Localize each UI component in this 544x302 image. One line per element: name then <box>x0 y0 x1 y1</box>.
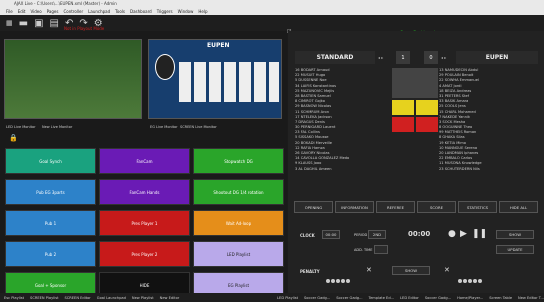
status-tab[interactable]: SCREEN Playlist <box>30 296 58 300</box>
caption-eg: EG Live Monitor <box>150 125 178 129</box>
status-tab[interactable]: LED Editor <box>400 296 419 300</box>
clock-show-button[interactable]: SHOW <box>496 230 534 239</box>
yellow-card-icons[interactable] <box>392 100 438 115</box>
addtime-field[interactable] <box>374 245 388 254</box>
status-tab[interactable]: Soccer Gadg... <box>304 296 330 300</box>
clock-update-button[interactable]: UPDATE <box>496 245 534 254</box>
trigger-button-pres-player-2[interactable]: Pres Player 2 <box>99 241 190 267</box>
status-tab[interactable]: Home/Player... <box>457 296 483 300</box>
menu-item-pages[interactable]: Pages <box>47 8 59 15</box>
trigger-button-fancam-hands[interactable]: FanCam Hands <box>99 179 190 205</box>
home-team-name: STANDARD <box>295 51 375 64</box>
video-monitor-right: EUPEN <box>148 39 282 119</box>
trigger-button-goal-synch[interactable]: Goal Synch <box>5 148 96 174</box>
trigger-button-led-playlist[interactable]: LED Playlist <box>193 241 284 267</box>
away-score-arrows[interactable]: ◂ ▸ <box>441 55 446 60</box>
camera-icons[interactable] <box>392 68 438 98</box>
trigger-button-shootout-dg-1-4-rotation[interactable]: Shootout DG 1/4 rotation <box>193 179 284 205</box>
status-tab[interactable]: SCREEN Editor <box>64 296 90 300</box>
player-photos <box>179 62 279 102</box>
penalty-show-button[interactable]: SHOW <box>392 266 430 275</box>
trigger-button-pub-1[interactable]: Pub 1 <box>5 210 96 236</box>
status-tab[interactable]: New Editor <box>160 296 180 300</box>
close-icon[interactable]: ✕ <box>444 266 450 274</box>
menu-item-edit[interactable]: Edit <box>18 8 26 15</box>
nav-button-hide-all[interactable]: HIDE ALL <box>499 201 538 213</box>
card-icons[interactable] <box>392 68 438 132</box>
menu-item-file[interactable]: File <box>6 8 13 15</box>
home-penalty-dots[interactable] <box>326 268 351 287</box>
left-pane: LED Live Monitor New Live Monitor EUPEN … <box>0 31 287 298</box>
pause-icon[interactable]: ❚❚ <box>472 229 487 239</box>
record-icon[interactable]: ● <box>448 229 456 239</box>
away-team-name: EUPEN <box>456 51 538 64</box>
addtime-label: ADD. TIME <box>354 248 373 252</box>
status-tab[interactable]: Screen Table <box>489 296 512 300</box>
menu-bar: File Edit Video Pages Controller Launchpad Too… <box>0 8 544 15</box>
trigger-button-pres-player-1[interactable]: Pres Player 1 <box>99 210 190 236</box>
home-score[interactable]: 1 <box>396 51 410 64</box>
clock-label: CLOCK <box>300 233 315 238</box>
status-tab[interactable]: Soccer Gadg... <box>425 296 451 300</box>
lock-icon[interactable]: 🔒 <box>9 134 18 142</box>
menu-item-tools[interactable]: Tools <box>115 8 125 15</box>
open-icon[interactable]: ▤ <box>50 18 59 29</box>
status-tab[interactable]: New Playlist <box>132 296 154 300</box>
period-field[interactable]: 2ND <box>368 230 386 239</box>
home-score-arrows[interactable]: ◂ ▸ <box>378 55 383 60</box>
caption-led: LED Live Monitor <box>6 125 36 129</box>
nav-button-statistics[interactable]: STATISTICS <box>458 201 497 213</box>
window-title: AJAX Live - C:\Users\...\EUPEN.xml (Mast… <box>0 0 544 8</box>
status-tab[interactable]: Soccer Gadg... <box>336 296 362 300</box>
home-roster: 16 BODART Arnaud 22 MUSUIT Hugo 5 DUSSENNE… <box>295 68 390 172</box>
status-tab[interactable]: LED Playlist <box>277 296 298 300</box>
status-tab[interactable]: Esc Playlist <box>4 296 24 300</box>
trigger-button-fancam[interactable]: FanCam <box>99 148 190 174</box>
roster-item[interactable]: 3 AL DAGHIL Ameen <box>295 167 390 172</box>
new-icon[interactable]: ▬ <box>19 18 28 29</box>
caption-new: New Live Monitor <box>42 125 73 129</box>
menu-item-dashboard[interactable]: Dashboard <box>130 8 152 15</box>
app-icon: ▦ <box>6 19 13 27</box>
nav-button-score[interactable]: SCORE <box>417 201 456 213</box>
nav-button-information[interactable]: INFORMATION <box>335 201 374 213</box>
status-tab[interactable]: Goal Launchpad <box>97 296 126 300</box>
trigger-button-pub-eg-3parts[interactable]: Pub EG 3parts <box>5 179 96 205</box>
menu-item-help[interactable]: Help <box>198 8 207 15</box>
scoreboard-panel: STANDARD ◂ ▸ 1 0 ◂ ▸ EUPEN 16 BODART Arn… <box>288 31 544 293</box>
video-monitor-left <box>4 39 142 119</box>
menu-item-triggers[interactable]: Triggers <box>157 8 173 15</box>
away-penalty-dots[interactable] <box>458 268 483 287</box>
red-card-icons[interactable] <box>392 117 438 132</box>
nav-button-opening[interactable]: OPENING <box>294 201 333 213</box>
nav-buttons: OPENING INFORMATION REFEREE SCORE STATISTICS… <box>294 201 538 213</box>
team-title: EUPEN <box>207 42 230 49</box>
status-tab[interactable]: Template Ed... <box>369 296 395 300</box>
roster-item[interactable]: 23 SCHUTERDERN Nils <box>439 167 537 172</box>
clock-field[interactable]: 00:00 <box>322 230 340 239</box>
penalty-label: PENALTY <box>300 269 320 274</box>
status-bar: Esc Playlist SCREEN Playlist SCREEN Editor… <box>0 293 544 302</box>
trigger-button-pub-2[interactable]: Pub 2 <box>5 241 96 267</box>
away-roster: 13 NAMUDECIN Abdul 29 POULAIN Benoit 22 SO… <box>439 68 537 172</box>
menu-item-window[interactable]: Window <box>178 8 194 15</box>
caption-screen: SCREEN Live Monitor <box>180 125 217 129</box>
club-logo <box>155 54 175 80</box>
away-score[interactable]: 0 <box>424 51 438 64</box>
menu-item-video[interactable]: Video <box>30 8 41 15</box>
elapsed-time: 00:00 <box>408 230 431 238</box>
play-icon[interactable]: ▶ <box>460 229 467 239</box>
trigger-button-stopwatch-dg[interactable]: Stopwatch DG <box>193 148 284 174</box>
menu-item-launchpad[interactable]: Launchpad <box>88 8 110 15</box>
save-icon[interactable]: ▣ <box>34 18 43 29</box>
nav-button-referee[interactable]: REFEREE <box>376 201 415 213</box>
period-label: PERIOD <box>354 233 368 237</box>
menu-item-controller[interactable]: Controller <box>63 8 83 15</box>
trigger-button-wait-ad-loop[interactable]: Wait Ad-loop <box>193 210 284 236</box>
close-icon[interactable]: ✕ <box>366 266 372 274</box>
status-tab[interactable]: New Editor T... <box>518 296 544 300</box>
